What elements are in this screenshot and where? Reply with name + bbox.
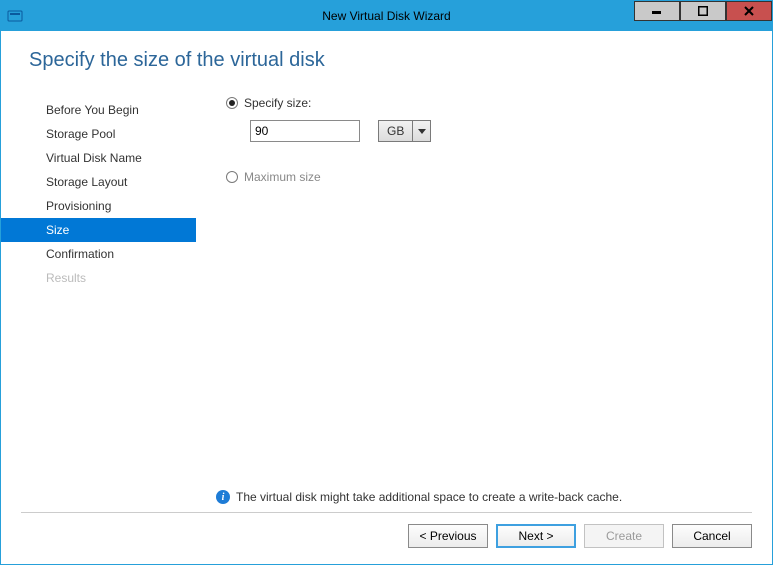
close-button[interactable]: [726, 1, 772, 21]
app-icon: [7, 8, 23, 24]
radio-icon: [226, 97, 238, 109]
info-text: The virtual disk might take additional s…: [236, 490, 622, 504]
specify-size-option[interactable]: Specify size:: [226, 96, 752, 110]
size-input-row: GB: [250, 120, 752, 142]
body: Before You Begin Storage Pool Virtual Di…: [1, 80, 772, 512]
radio-icon: [226, 171, 238, 183]
next-button[interactable]: Next >: [496, 524, 576, 548]
specify-size-label: Specify size:: [244, 96, 311, 110]
step-size[interactable]: Size: [1, 218, 196, 242]
unit-dropdown-button[interactable]: [413, 120, 431, 142]
cancel-button[interactable]: Cancel: [672, 524, 752, 548]
step-virtual-disk-name[interactable]: Virtual Disk Name: [1, 146, 196, 170]
maximum-size-option[interactable]: Maximum size: [226, 170, 752, 184]
window-controls: [634, 1, 772, 31]
page-heading: Specify the size of the virtual disk: [1, 31, 772, 80]
unit-button[interactable]: GB: [378, 120, 413, 142]
maximum-size-label: Maximum size: [244, 170, 321, 184]
maximize-button[interactable]: [680, 1, 726, 21]
step-provisioning[interactable]: Provisioning: [1, 194, 196, 218]
step-storage-layout[interactable]: Storage Layout: [1, 170, 196, 194]
info-icon: i: [216, 490, 230, 504]
wizard-steps: Before You Begin Storage Pool Virtual Di…: [1, 88, 196, 512]
unit-selector: GB: [378, 120, 431, 142]
footer: < Previous Next > Create Cancel: [1, 512, 772, 564]
step-before-you-begin[interactable]: Before You Begin: [1, 98, 196, 122]
main-panel: Specify size: GB Maximum size: [196, 88, 752, 512]
info-row: i The virtual disk might take additional…: [216, 490, 622, 504]
size-input[interactable]: [250, 120, 360, 142]
titlebar: New Virtual Disk Wizard: [1, 1, 772, 31]
step-confirmation[interactable]: Confirmation: [1, 242, 196, 266]
chevron-down-icon: [418, 129, 426, 134]
previous-button[interactable]: < Previous: [408, 524, 488, 548]
create-button: Create: [584, 524, 664, 548]
step-storage-pool[interactable]: Storage Pool: [1, 122, 196, 146]
wizard-window: New Virtual Disk Wizard Specify the size…: [0, 0, 773, 565]
content-area: Specify the size of the virtual disk Bef…: [1, 31, 772, 564]
minimize-button[interactable]: [634, 1, 680, 21]
step-results: Results: [1, 266, 196, 290]
